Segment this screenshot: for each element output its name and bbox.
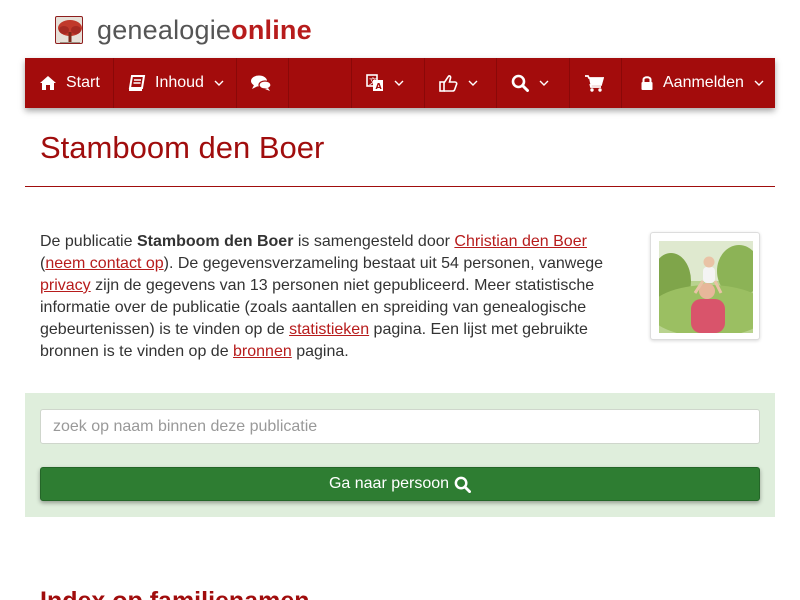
go-to-person-label: Ga naar persoon [328,475,450,492]
author-photo[interactable] [649,232,769,340]
nav-start[interactable]: Start [25,58,114,108]
brand-name: genealogieonline [97,14,312,45]
contact-link[interactable]: neem contact op [45,255,163,272]
nav-share-dropdown[interactable] [425,58,497,108]
page-title: Stamboom den Boer [40,130,325,165]
chevron-down-icon [394,80,404,87]
nav-chat[interactable] [237,58,289,108]
author-photo-image [649,241,769,337]
statistics-link[interactable]: statistieken [289,321,369,338]
publication-intro: De publicatie Stamboom den Boer is samen… [40,233,604,360]
nav-language-dropdown[interactable]: 文A [352,58,425,108]
chevron-down-icon [754,80,764,87]
publication-name: Stamboom den Boer [136,233,294,250]
comments-icon [251,75,271,91]
chevron-down-icon [539,80,549,87]
chevron-down-icon [214,80,224,87]
book-icon [128,75,146,91]
tree-logo-icon [55,16,83,44]
privacy-link[interactable]: privacy [40,277,91,294]
search-icon [454,476,472,493]
surname-index-heading: Index op familienamen [40,587,310,600]
nav-cart[interactable] [570,58,622,108]
person-search-panel: Ga naar persoon [25,393,775,517]
home-icon [39,75,57,91]
go-to-person-button[interactable]: Ga naar persoon [40,467,760,501]
thumbs-up-icon [439,74,458,92]
shopping-cart-icon [584,74,604,92]
nav-contents-dropdown[interactable]: Inhoud [114,58,237,108]
lock-icon [640,75,654,91]
nav-login-label: Aanmelden [663,74,744,91]
nav-login-dropdown[interactable]: Aanmelden [622,58,775,108]
search-icon [511,74,529,92]
language-icon: 文A [366,74,384,92]
nav-spacer [289,58,352,108]
site-brand[interactable]: genealogieonline [55,14,312,46]
sources-link[interactable]: bronnen [233,343,292,360]
author-link[interactable]: Christian den Boer [454,233,587,250]
svg-text:A: A [376,82,383,91]
nav-contents-label: Inhoud [155,74,204,91]
nav-search-dropdown[interactable] [497,58,570,108]
nav-start-label: Start [66,74,100,91]
main-navbar: Start Inhoud 文A Aanmelden [25,58,775,108]
title-divider [25,186,775,187]
chevron-down-icon [468,80,478,87]
name-search-input[interactable] [40,409,760,444]
